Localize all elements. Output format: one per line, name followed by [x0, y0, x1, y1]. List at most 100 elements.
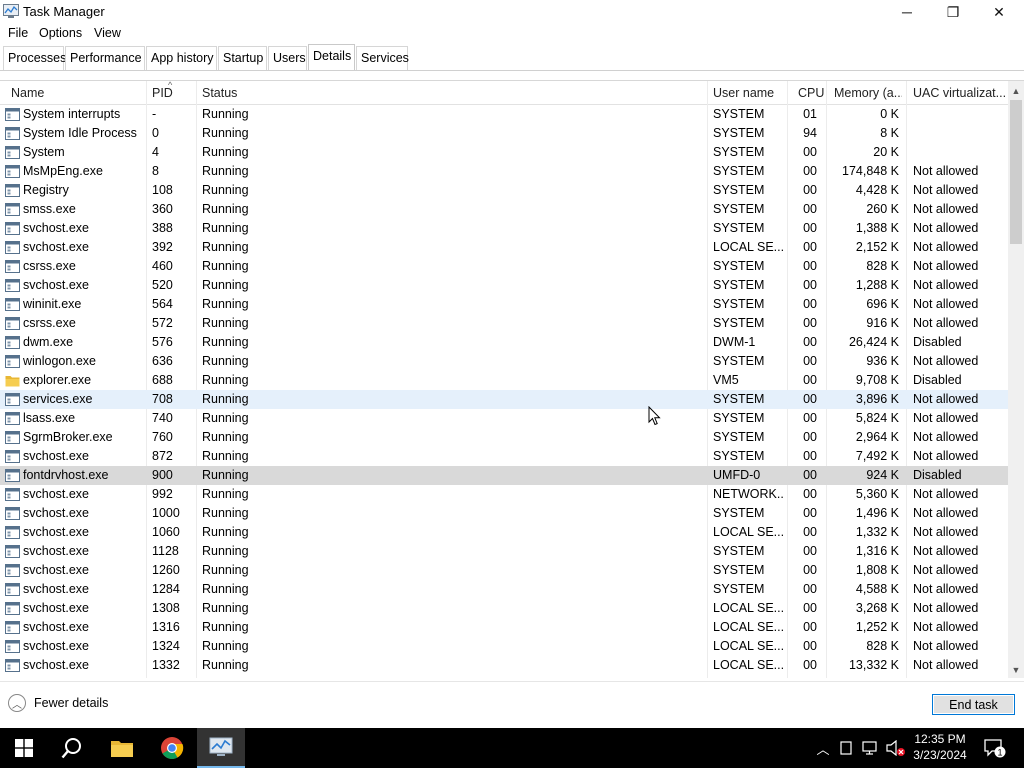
- process-name: winlogon.exe: [23, 354, 96, 368]
- table-row[interactable]: svchost.exe 1316 Running LOCAL SE... 00 1,252…: [0, 618, 1008, 637]
- process-uac: Not allowed: [913, 240, 979, 254]
- maximize-button[interactable]: ❐: [930, 0, 976, 24]
- table-row[interactable]: fontdrvhost.exe 900 Running UMFD-0 00 924 K Di…: [0, 466, 1008, 485]
- process-status: Running: [202, 183, 249, 197]
- table-row[interactable]: System interrupts - Running SYSTEM 01 0 K: [0, 105, 1008, 124]
- process-icon: [5, 241, 20, 254]
- table-row[interactable]: wininit.exe 564 Running SYSTEM 00 696 K Not al…: [0, 295, 1008, 314]
- column-header-cpu[interactable]: CPU: [798, 86, 824, 100]
- clock[interactable]: 12:35 PM 3/23/2024: [908, 731, 972, 763]
- process-pid: 8: [152, 164, 159, 178]
- table-row[interactable]: svchost.exe 1060 Running LOCAL SE... 00 1,332…: [0, 523, 1008, 542]
- process-memory: 1,288 K: [855, 278, 899, 292]
- process-user: SYSTEM: [713, 278, 765, 292]
- table-row[interactable]: dwm.exe 576 Running DWM-1 00 26,424 K Disabled: [0, 333, 1008, 352]
- menu-options[interactable]: Options: [39, 26, 82, 40]
- table-row[interactable]: System Idle Process 0 Running SYSTEM 94 8 K: [0, 124, 1008, 143]
- process-uac: Not allowed: [913, 620, 979, 634]
- notification-icon: 1: [984, 739, 1006, 758]
- process-pid: 392: [152, 240, 173, 254]
- table-row[interactable]: smss.exe 360 Running SYSTEM 00 260 K Not allow…: [0, 200, 1008, 219]
- process-memory: 174,848 K: [842, 164, 899, 178]
- menu-view[interactable]: View: [94, 26, 121, 40]
- scroll-down-icon[interactable]: ▼: [1008, 662, 1024, 678]
- process-status: Running: [202, 107, 249, 121]
- table-row[interactable]: svchost.exe 1260 Running SYSTEM 00 1,808 K Not…: [0, 561, 1008, 580]
- column-header-user-name[interactable]: User name: [713, 86, 774, 100]
- start-button[interactable]: [0, 728, 48, 768]
- table-row[interactable]: svchost.exe 992 Running NETWORK... 00 5,360 K…: [0, 485, 1008, 504]
- tab-performance[interactable]: Performance: [65, 46, 145, 70]
- action-center-button[interactable]: 1: [980, 728, 1010, 768]
- process-pid: 1260: [152, 563, 180, 577]
- table-row[interactable]: MsMpEng.exe 8 Running SYSTEM 00 174,848 K Not …: [0, 162, 1008, 181]
- process-name: dwm.exe: [23, 335, 74, 349]
- table-row[interactable]: svchost.exe 872 Running SYSTEM 00 7,492 K Not …: [0, 447, 1008, 466]
- table-row[interactable]: Registry 108 Running SYSTEM 00 4,428 K Not all…: [0, 181, 1008, 200]
- table-row[interactable]: csrss.exe 460 Running SYSTEM 00 828 K Not allo…: [0, 257, 1008, 276]
- process-pid: 1332: [152, 658, 180, 672]
- chrome-button[interactable]: [148, 728, 196, 768]
- table-row[interactable]: services.exe 708 Running SYSTEM 00 3,896 K Not…: [0, 390, 1008, 409]
- process-memory: 9,708 K: [855, 373, 899, 387]
- tab-users[interactable]: Users: [268, 46, 307, 70]
- table-row[interactable]: csrss.exe 572 Running SYSTEM 00 916 K Not allo…: [0, 314, 1008, 333]
- column-header-pid[interactable]: PID: [152, 86, 173, 100]
- process-cpu: 00: [803, 221, 817, 235]
- process-user: NETWORK...: [713, 487, 783, 501]
- volume-tray-button[interactable]: [884, 728, 908, 768]
- process-pid: 636: [152, 354, 173, 368]
- fewer-details-button[interactable]: ︿ Fewer details: [8, 694, 108, 712]
- process-icon: [5, 355, 20, 368]
- table-row[interactable]: svchost.exe 1128 Running SYSTEM 00 1,316 K Not…: [0, 542, 1008, 561]
- process-status: Running: [202, 658, 249, 672]
- details-table: Name ^ PID Status User name CPU Memory (…: [0, 80, 1024, 678]
- process-status: Running: [202, 316, 249, 330]
- task-manager-taskbar-button[interactable]: [197, 728, 245, 768]
- tab-details[interactable]: Details: [308, 44, 355, 70]
- column-header-uac[interactable]: UAC virtualizat...: [913, 86, 1005, 100]
- process-pid: 4: [152, 145, 159, 159]
- show-hidden-icons-button[interactable]: ︿: [812, 728, 834, 768]
- table-row[interactable]: svchost.exe 1308 Running LOCAL SE... 00 3,268…: [0, 599, 1008, 618]
- tab-startup[interactable]: Startup: [218, 46, 267, 70]
- tab-app-history[interactable]: App history: [146, 46, 217, 70]
- process-name: wininit.exe: [23, 297, 82, 311]
- table-row[interactable]: svchost.exe 1332 Running LOCAL SE... 00 13,33…: [0, 656, 1008, 675]
- file-explorer-button[interactable]: [98, 728, 146, 768]
- network-tray-button[interactable]: [860, 728, 882, 768]
- table-row[interactable]: svchost.exe 520 Running SYSTEM 00 1,288 K Not …: [0, 276, 1008, 295]
- process-icon: [5, 507, 20, 520]
- process-cpu: 00: [803, 183, 817, 197]
- table-row[interactable]: svchost.exe 388 Running SYSTEM 00 1,388 K Not …: [0, 219, 1008, 238]
- table-row[interactable]: System 4 Running SYSTEM 00 20 K: [0, 143, 1008, 162]
- table-row[interactable]: winlogon.exe 636 Running SYSTEM 00 936 K Not a…: [0, 352, 1008, 371]
- vertical-scrollbar[interactable]: ▲ ▼: [1008, 81, 1024, 678]
- chevron-up-icon: ︿: [8, 694, 26, 712]
- scroll-up-icon[interactable]: ▲: [1008, 83, 1024, 99]
- process-memory: 924 K: [866, 468, 899, 482]
- search-button[interactable]: [48, 728, 96, 768]
- menu-file[interactable]: File: [8, 26, 28, 40]
- end-task-button[interactable]: End task: [932, 694, 1015, 715]
- table-row[interactable]: explorer.exe 688 Running VM5 00 9,708 K Disabl…: [0, 371, 1008, 390]
- table-row[interactable]: lsass.exe 740 Running SYSTEM 00 5,824 K Not al…: [0, 409, 1008, 428]
- process-cpu: 00: [803, 639, 817, 653]
- table-row[interactable]: svchost.exe 1000 Running SYSTEM 00 1,496 K Not…: [0, 504, 1008, 523]
- process-cpu: 00: [803, 316, 817, 330]
- process-icon: [5, 659, 20, 672]
- process-cpu: 00: [803, 430, 817, 444]
- table-row[interactable]: svchost.exe 1324 Running LOCAL SE... 00 828 K…: [0, 637, 1008, 656]
- table-row[interactable]: svchost.exe 392 Running LOCAL SE... 00 2,152 …: [0, 238, 1008, 257]
- close-button[interactable]: ✕: [976, 0, 1022, 24]
- scroll-thumb[interactable]: [1010, 100, 1022, 244]
- minimize-button[interactable]: ─: [884, 0, 930, 24]
- tablet-tray-button[interactable]: [836, 728, 856, 768]
- table-row[interactable]: SgrmBroker.exe 760 Running SYSTEM 00 2,964 K N…: [0, 428, 1008, 447]
- table-row[interactable]: svchost.exe 1284 Running SYSTEM 00 4,588 K Not…: [0, 580, 1008, 599]
- tab-processes[interactable]: Processes: [3, 46, 66, 70]
- column-header-memory[interactable]: Memory (a...: [834, 86, 902, 100]
- column-header-name[interactable]: Name: [11, 86, 44, 100]
- column-header-status[interactable]: Status: [202, 86, 237, 100]
- tab-services[interactable]: Services: [356, 46, 409, 70]
